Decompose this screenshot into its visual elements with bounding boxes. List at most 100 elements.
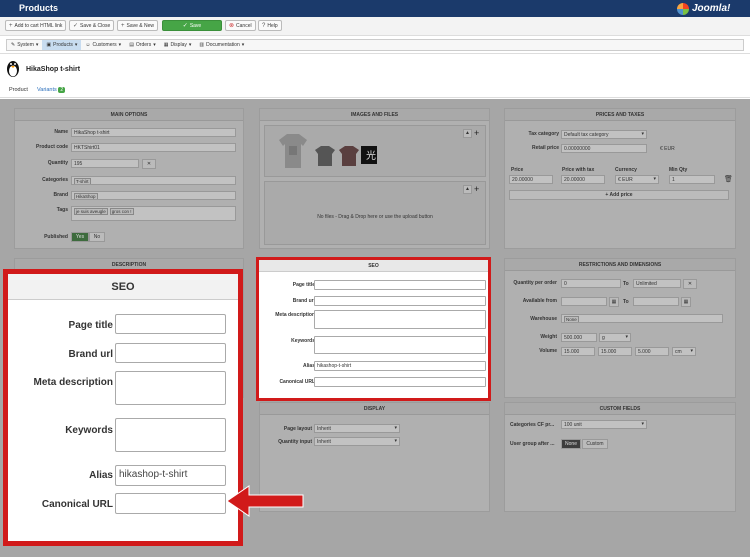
add-image-button[interactable]: ▲ (463, 129, 472, 138)
page-layout-select[interactable]: Inherit (314, 424, 400, 433)
calendar-icon[interactable]: ▦ (609, 297, 619, 307)
canonical-url-input[interactable] (115, 493, 226, 514)
add-file-button[interactable]: ▲ (463, 185, 472, 194)
trash-icon[interactable]: 🗑 (724, 175, 733, 183)
unlimited-button[interactable]: ✕ (142, 159, 156, 169)
brand-field[interactable]: HikaShop (71, 191, 236, 200)
quantity-label: Quantity (47, 160, 68, 166)
tag-item: gros con ! (109, 208, 134, 215)
custom-fields-panel: CUSTOM FIELDS Categories CF pr... 100 un… (504, 402, 736, 512)
page-layout-label: Page layout (283, 426, 312, 432)
qty-per-order-from[interactable]: 0 (561, 279, 621, 288)
name-field[interactable]: HikaShop t-shirt (71, 128, 236, 137)
add-image-plus-icon[interactable]: + (474, 128, 479, 138)
available-from-field[interactable] (561, 297, 607, 306)
currency-select[interactable]: € EUR (615, 175, 659, 184)
alias-input[interactable]: hikashop-t-shirt (115, 465, 226, 486)
price-field[interactable]: 20.00000 (509, 175, 553, 184)
plus-icon: + (9, 22, 13, 29)
menu-bar: ✎ System ▾ ▣ Products ▾ ☺ Customers ▾ ▤ Orders ▾… (0, 36, 750, 54)
files-dropzone[interactable]: ▲ + No files - Drag & Drop here or use t… (264, 181, 486, 245)
page-title-label: Page title (68, 320, 113, 331)
brand-url-input[interactable] (115, 343, 226, 363)
volume-width-field[interactable]: 15.000 (598, 347, 632, 356)
category-tag: T-shirt (74, 178, 91, 184)
calendar-icon[interactable]: ▦ (681, 297, 691, 307)
brand-name: Joomla! (692, 3, 731, 14)
categories-field[interactable]: T-shirt (71, 176, 236, 185)
volume-length-field[interactable]: 15.000 (561, 347, 595, 356)
page-title: Products (19, 3, 59, 13)
add-price-button[interactable]: + Add price (509, 190, 729, 200)
save-new-button[interactable]: + Save & New (117, 20, 159, 31)
menu-customers[interactable]: ☺ Customers ▾ (81, 40, 125, 50)
tax-category-select[interactable]: Default tax category (561, 130, 647, 139)
tab-variants[interactable]: Variants 2 (34, 86, 68, 94)
volume-unit-select[interactable]: cm (672, 347, 696, 356)
keywords-label: Keywords (291, 338, 315, 344)
restrictions-heading: RESTRICTIONS AND DIMENSIONS (505, 259, 735, 271)
menu-display[interactable]: ▦ Display ▾ (160, 40, 196, 50)
restrictions-panel: RESTRICTIONS AND DIMENSIONS Quantity per… (504, 258, 736, 398)
save-close-button[interactable]: ✓ Save & Close (69, 20, 115, 31)
menu-system[interactable]: ✎ System ▾ (7, 40, 42, 50)
menu-orders[interactable]: ▤ Orders ▾ (125, 40, 160, 50)
volume-height-field[interactable]: 5.000 (635, 347, 669, 356)
qty-per-order-to[interactable]: Unlimited (633, 279, 681, 288)
page-title-input[interactable] (314, 280, 486, 290)
tags-field[interactable]: je suis aveugle gros con ! (71, 206, 236, 221)
menu-products[interactable]: ▣ Products ▾ (42, 40, 82, 50)
price-tax-col-header: Price with tax (562, 167, 595, 173)
toolbar: + Add to cart HTML link ✓ Save & Close + Sa… (0, 17, 750, 36)
cancel-button[interactable]: ⊗ Cancel (225, 20, 256, 31)
brand-tag: HikaShop (74, 193, 98, 199)
available-to-label: To (623, 299, 629, 305)
images-dropzone[interactable]: 光 ▲ + (264, 125, 486, 177)
add-to-cart-link-button[interactable]: + Add to cart HTML link (5, 20, 67, 31)
meta-description-textarea[interactable] (314, 310, 486, 329)
tags-label: Tags (56, 207, 68, 213)
canonical-url-input[interactable] (314, 377, 486, 387)
price-tax-field[interactable]: 20.00000 (561, 175, 605, 184)
save-button[interactable]: ✓ Save (162, 20, 222, 31)
clear-qty-button[interactable]: ✕ (683, 279, 697, 289)
user-group-none-toggle[interactable]: None (561, 439, 581, 449)
keywords-textarea[interactable] (115, 418, 226, 452)
meta-description-textarea[interactable] (115, 371, 226, 405)
plus-icon: + (121, 22, 125, 29)
keywords-textarea[interactable] (314, 336, 486, 354)
seo-panel-highlighted: SEO Page title Brand url Meta descriptio… (256, 257, 491, 401)
retail-price-field[interactable]: 0.00000000 (561, 144, 647, 153)
tab-product[interactable]: Product (6, 86, 31, 94)
published-yes-toggle[interactable]: Yes (71, 232, 89, 242)
available-to-field[interactable] (633, 297, 679, 306)
page-title-input[interactable] (115, 314, 226, 334)
volume-label: Volume (539, 348, 557, 354)
price-col-header: Price (511, 167, 524, 173)
qty-per-order-label: Quantity per order (513, 280, 557, 286)
weight-unit-select[interactable]: g (599, 333, 631, 342)
joomla-logo[interactable]: Joomla! (677, 1, 747, 16)
alias-label: Alias (89, 470, 113, 481)
help-button[interactable]: ? Help (258, 20, 282, 31)
svg-text:光: 光 (366, 149, 376, 162)
warehouse-field[interactable]: None (561, 314, 723, 323)
add-file-plus-icon[interactable]: + (474, 184, 479, 194)
brand-url-input[interactable] (314, 296, 486, 306)
wrench-icon: ✎ (11, 42, 16, 48)
alias-input[interactable]: hikashop-t-shirt (314, 361, 486, 371)
menu-documentation[interactable]: ▥ Documentation ▾ (195, 40, 248, 50)
categories-cf-label: Categories CF pr... (510, 422, 555, 428)
categories-cf-select[interactable]: 100 unit (561, 420, 647, 429)
quantity-field[interactable]: 195 (71, 159, 139, 168)
tag-item: je suis aveugle (74, 208, 108, 215)
user-group-custom-toggle[interactable]: Custom (582, 439, 608, 449)
custom-fields-heading: CUSTOM FIELDS (505, 403, 735, 415)
alias-label: Alias (303, 363, 315, 369)
weight-field[interactable]: 500.000 (561, 333, 597, 342)
code-field[interactable]: HKTShirt01 (71, 143, 236, 152)
min-qty-field[interactable]: 1 (669, 175, 715, 184)
published-no-toggle[interactable]: No (89, 232, 105, 242)
quantity-input-select[interactable]: Inherit (314, 437, 400, 446)
joomla-logo-icon (677, 2, 689, 15)
